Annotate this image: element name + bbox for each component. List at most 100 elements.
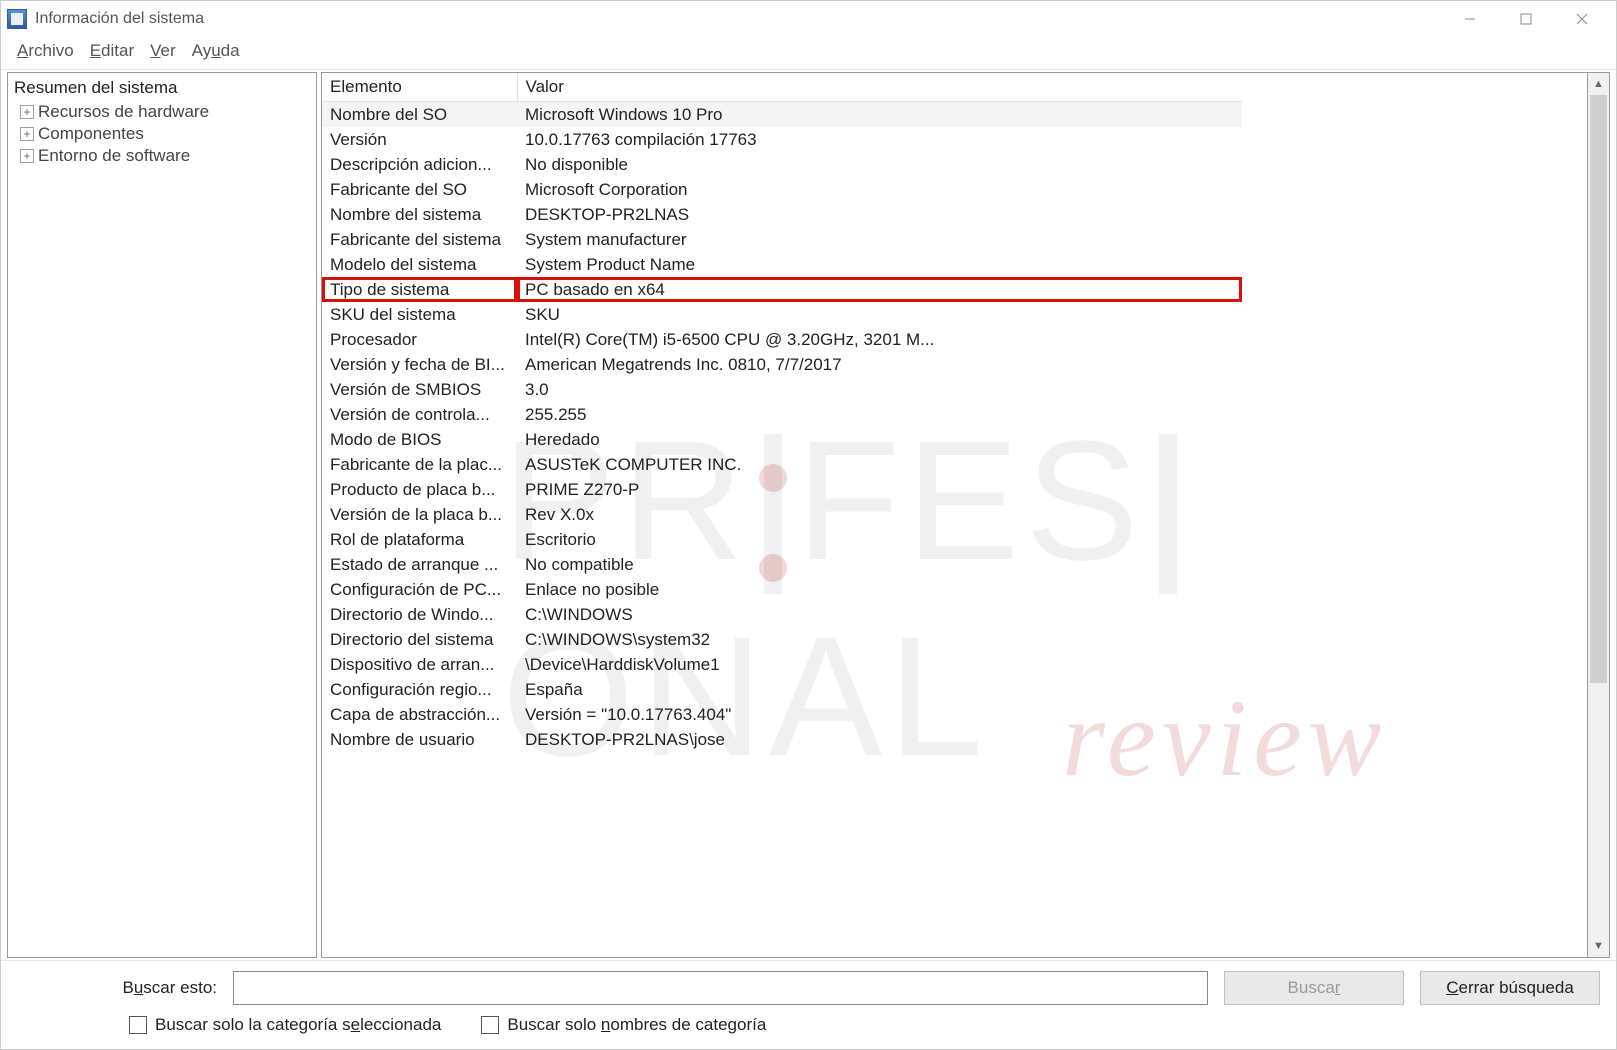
cell-element: Fabricante del sistema [322, 227, 517, 252]
table-row[interactable]: Configuración de PC...Enlace no posible [322, 577, 1242, 602]
expand-icon[interactable]: + [20, 127, 34, 141]
table-row[interactable]: ProcesadorIntel(R) Core(TM) i5-6500 CPU … [322, 327, 1242, 352]
title-bar: Información del sistema [1, 1, 1616, 37]
expand-icon[interactable]: + [20, 105, 34, 119]
cell-value: System Product Name [517, 252, 1242, 277]
cell-element: Configuración de PC... [322, 577, 517, 602]
tree-panel[interactable]: Resumen del sistema + Recursos de hardwar… [7, 72, 317, 958]
cell-element: Nombre del SO [322, 102, 517, 128]
table-row[interactable]: Versión10.0.17763 compilación 17763 [322, 127, 1242, 152]
cell-element: Modo de BIOS [322, 427, 517, 452]
table-row[interactable]: Estado de arranque ...No compatible [322, 552, 1242, 577]
cell-element: SKU del sistema [322, 302, 517, 327]
cell-element: Configuración regio... [322, 677, 517, 702]
cell-value: DESKTOP-PR2LNAS\jose [517, 727, 1242, 752]
menu-editar[interactable]: Editar [84, 39, 140, 63]
checkbox-icon [481, 1016, 499, 1034]
cell-value: No compatible [517, 552, 1242, 577]
minimize-button[interactable] [1442, 1, 1498, 37]
table-row[interactable]: Descripción adicion...No disponible [322, 152, 1242, 177]
cell-value: No disponible [517, 152, 1242, 177]
cell-element: Nombre del sistema [322, 202, 517, 227]
table-row[interactable]: Versión de controla...255.255 [322, 402, 1242, 427]
cell-element: Versión [322, 127, 517, 152]
details-panel[interactable]: Elemento Valor Nombre del SOMicrosoft Wi… [321, 72, 1588, 958]
cell-value: Enlace no posible [517, 577, 1242, 602]
cell-value: Intel(R) Core(TM) i5-6500 CPU @ 3.20GHz,… [517, 327, 1242, 352]
table-row[interactable]: Fabricante del SOMicrosoft Corporation [322, 177, 1242, 202]
checkbox-selected-category[interactable]: Buscar solo la categoría seleccionada [129, 1015, 441, 1035]
table-row[interactable]: Nombre del sistemaDESKTOP-PR2LNAS [322, 202, 1242, 227]
table-row[interactable]: Producto de placa b...PRIME Z270-P [322, 477, 1242, 502]
table-row[interactable]: Nombre de usuarioDESKTOP-PR2LNAS\jose [322, 727, 1242, 752]
tree-node[interactable]: +Componentes [14, 123, 310, 145]
search-bar: Buscar esto: Buscar Cerrar búsqueda Busc… [1, 960, 1616, 1049]
cell-element: Producto de placa b... [322, 477, 517, 502]
menu-archivo[interactable]: Archivo [11, 39, 80, 63]
app-icon [7, 9, 27, 29]
cell-value: Heredado [517, 427, 1242, 452]
table-row[interactable]: Rol de plataformaEscritorio [322, 527, 1242, 552]
cell-value: PC basado en x64 [517, 277, 1242, 302]
cell-value: C:\WINDOWS [517, 602, 1242, 627]
close-search-button[interactable]: Cerrar búsqueda [1420, 971, 1600, 1005]
cell-value: 10.0.17763 compilación 17763 [517, 127, 1242, 152]
table-row[interactable]: Versión y fecha de BI...American Megatre… [322, 352, 1242, 377]
close-button[interactable] [1554, 1, 1610, 37]
table-row[interactable]: SKU del sistemaSKU [322, 302, 1242, 327]
cell-value: \Device\HarddiskVolume1 [517, 652, 1242, 677]
cell-value: Microsoft Windows 10 Pro [517, 102, 1242, 128]
expand-icon[interactable]: + [20, 149, 34, 163]
table-row[interactable]: Modelo del sistemaSystem Product Name [322, 252, 1242, 277]
table-row[interactable]: Nombre del SOMicrosoft Windows 10 Pro [322, 102, 1242, 128]
cell-element: Versión y fecha de BI... [322, 352, 517, 377]
cell-element: Versión de controla... [322, 402, 517, 427]
cell-value: 255.255 [517, 402, 1242, 427]
cell-value: Microsoft Corporation [517, 177, 1242, 202]
menu-ver[interactable]: Ver [144, 39, 182, 63]
table-row[interactable]: Modo de BIOSHeredado [322, 427, 1242, 452]
tree-node[interactable]: + Entorno de software [14, 145, 310, 167]
tree-node-label: Entorno de software [38, 146, 190, 166]
scroll-up-icon[interactable]: ▲ [1588, 73, 1609, 95]
cell-element: Directorio de Windo... [322, 602, 517, 627]
tree-node[interactable]: + Recursos de hardware [14, 101, 310, 123]
cell-element: Fabricante del SO [322, 177, 517, 202]
search-button[interactable]: Buscar [1224, 971, 1404, 1005]
table-row[interactable]: Directorio del sistemaC:\WINDOWS\system3… [322, 627, 1242, 652]
column-header-value[interactable]: Valor [517, 73, 1242, 102]
cell-value: PRIME Z270-P [517, 477, 1242, 502]
cell-value: España [517, 677, 1242, 702]
table-row[interactable]: Versión de SMBIOS3.0 [322, 377, 1242, 402]
cell-value: System manufacturer [517, 227, 1242, 252]
cell-element: Versión de la placa b... [322, 502, 517, 527]
cell-element: Modelo del sistema [322, 252, 517, 277]
tree-root[interactable]: Resumen del sistema [14, 77, 310, 101]
cell-value: DESKTOP-PR2LNAS [517, 202, 1242, 227]
table-row[interactable]: Capa de abstracción...Versión = "10.0.17… [322, 702, 1242, 727]
table-row[interactable]: Versión de la placa b...Rev X.0x [322, 502, 1242, 527]
table-row[interactable]: Fabricante del sistemaSystem manufacture… [322, 227, 1242, 252]
cell-element: Estado de arranque ... [322, 552, 517, 577]
menu-ayuda[interactable]: Ayuda [186, 39, 246, 63]
table-row[interactable]: Configuración regio...España [322, 677, 1242, 702]
maximize-button[interactable] [1498, 1, 1554, 37]
column-header-element[interactable]: Elemento [322, 73, 517, 102]
table-row[interactable]: Dispositivo de arran...\Device\HarddiskV… [322, 652, 1242, 677]
menu-bar: Archivo Editar Ver Ayuda [1, 37, 1616, 69]
cell-element: Capa de abstracción... [322, 702, 517, 727]
scroll-down-icon[interactable]: ▼ [1588, 935, 1609, 957]
search-input[interactable] [233, 971, 1208, 1005]
tree-node-label: Recursos de hardware [38, 102, 209, 122]
checkbox-category-names[interactable]: Buscar solo nombres de categoría [481, 1015, 766, 1035]
scrollbar-thumb[interactable] [1590, 95, 1607, 683]
checkbox-icon [129, 1016, 147, 1034]
cell-value: 3.0 [517, 377, 1242, 402]
cell-value: Versión = "10.0.17763.404" [517, 702, 1242, 727]
cell-element: Procesador [322, 327, 517, 352]
table-row[interactable]: Tipo de sistemaPC basado en x64 [322, 277, 1242, 302]
cell-element: Fabricante de la plac... [322, 452, 517, 477]
vertical-scrollbar[interactable]: ▲ ▼ [1588, 72, 1610, 958]
table-row[interactable]: Fabricante de la plac...ASUSTeK COMPUTER… [322, 452, 1242, 477]
table-row[interactable]: Directorio de Windo...C:\WINDOWS [322, 602, 1242, 627]
